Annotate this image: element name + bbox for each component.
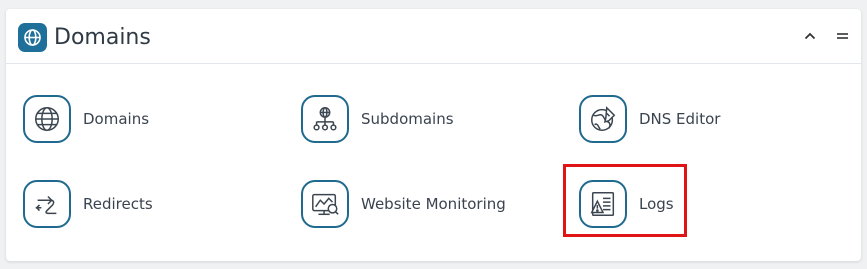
redirect-arrows-icon [23,180,71,228]
tile-label: Domains [83,110,150,128]
tile-dns-editor[interactable]: DNS Editor [579,91,720,147]
tile-label: Logs [639,195,674,213]
tile-label: Redirects [83,195,153,213]
panel-header: Domains [6,9,861,64]
chevron-up-icon [804,32,816,40]
monitor-chart-icon [301,180,349,228]
tile-label: Website Monitoring [361,195,506,213]
tile-subdomains[interactable]: Subdomains [301,91,454,147]
panel-title: Domains [54,25,151,50]
network-icon [301,95,349,143]
menu-button[interactable] [832,25,852,47]
log-warning-icon [579,180,627,228]
globe-icon [23,95,71,143]
hamburger-icon [836,33,848,39]
globe-edit-icon [579,95,627,143]
collapse-button[interactable] [800,25,820,47]
tile-logs[interactable]: Logs [579,176,674,232]
tile-label: Subdomains [361,110,454,128]
tile-label: DNS Editor [639,110,721,128]
tile-website-monitoring[interactable]: Website Monitoring [301,176,506,232]
tile-domains[interactable]: Domains [23,91,149,147]
tile-redirects[interactable]: Redirects [23,176,153,232]
globe-icon [18,23,47,52]
domains-panel: Domains Domains Subdomains DNS Editor Re… [6,9,861,261]
